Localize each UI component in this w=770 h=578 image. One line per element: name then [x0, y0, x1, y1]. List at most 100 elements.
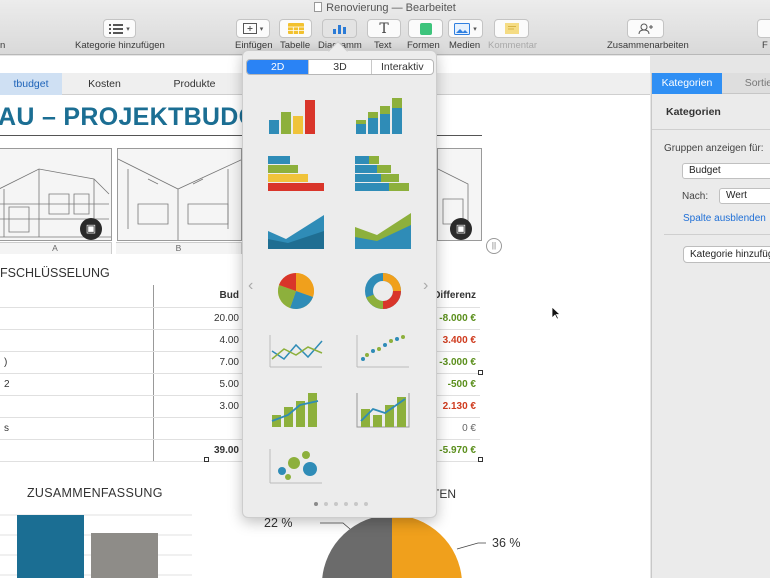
page-indicator[interactable]	[243, 498, 438, 509]
kitchen-sketch-image[interactable]	[117, 148, 242, 241]
tab-sortieren[interactable]: Sortieren	[736, 73, 770, 94]
page-dot[interactable]	[333, 502, 338, 506]
column-chart-icon[interactable]	[266, 96, 326, 140]
stacked-area-chart-icon[interactable]	[353, 209, 413, 253]
room-sketch-image[interactable]: ▣	[437, 148, 482, 241]
chevron-down-icon: ▾	[126, 25, 130, 33]
row-label[interactable]	[0, 395, 154, 418]
donut-chart-icon[interactable]	[353, 269, 413, 313]
area-chart-icon[interactable]	[266, 209, 326, 253]
costs-pie-chart[interactable]: 22 % 36 %	[250, 511, 550, 578]
stacked-bar-chart-icon[interactable]	[353, 154, 413, 198]
media-label[interactable]: Medien	[449, 40, 480, 51]
toolbar-left-label[interactable]: n	[0, 40, 5, 51]
pie-slice-orange[interactable]	[392, 514, 462, 578]
pie-chart-icon[interactable]	[266, 269, 326, 313]
hide-column-link[interactable]: Spalte ausblenden	[683, 213, 766, 224]
tab-produkte[interactable]: Produkte	[147, 73, 242, 95]
shapes-button[interactable]	[408, 19, 443, 38]
image-placeholder-icon[interactable]: ▣	[80, 218, 102, 240]
chevron-left-icon[interactable]: ‹	[248, 277, 253, 295]
shapes-icon	[419, 22, 432, 35]
selection-handle[interactable]	[478, 457, 483, 462]
bar-gray[interactable]	[91, 533, 158, 578]
two-axis-chart-icon[interactable]	[353, 387, 413, 431]
page-dot[interactable]	[353, 502, 358, 506]
scatter-chart-icon[interactable]	[353, 329, 413, 373]
format-button[interactable]	[757, 19, 770, 38]
budget-cell[interactable]: 20.00	[153, 307, 243, 330]
row-label[interactable]: )	[0, 351, 154, 374]
budget-cell[interactable]: 5.00	[153, 373, 243, 396]
pie-leader-line-right	[456, 542, 486, 550]
summary-title: ZUSAMMENFASSUNG	[27, 486, 163, 500]
summary-bar-chart[interactable]	[0, 511, 192, 578]
sidebar-heading: Kategorien	[666, 106, 721, 118]
insert-button[interactable]: ▾	[236, 19, 270, 38]
tab-interactive[interactable]: Interaktiv	[372, 60, 433, 74]
page-dot[interactable]	[363, 502, 368, 506]
text-icon: T	[379, 20, 389, 37]
collaborate-label[interactable]: Zusammenarbeiten	[607, 40, 689, 51]
tab-3d[interactable]: 3D	[309, 60, 372, 74]
column-header-a[interactable]: A	[0, 242, 112, 254]
bubble-chart-icon[interactable]	[266, 443, 326, 487]
budget-cell[interactable]: 3.00	[153, 395, 243, 418]
image-placeholder-icon[interactable]: ▣	[450, 218, 472, 240]
line-chart-icon[interactable]	[266, 329, 326, 373]
list-icon	[109, 23, 124, 34]
budget-cell[interactable]	[153, 417, 243, 440]
sort-by-select[interactable]: Wert	[719, 188, 770, 204]
toolbar: Renovierung — Bearbeitet n ▾ Kategorie h…	[0, 0, 770, 55]
table-button[interactable]	[279, 19, 312, 38]
group-by-select[interactable]: Budget	[682, 163, 770, 179]
house-sketch-image[interactable]: ▣	[0, 148, 112, 241]
page-dot[interactable]	[313, 502, 318, 506]
column-resize-handle[interactable]: ||	[486, 238, 502, 254]
stacked-column-chart-icon[interactable]	[353, 96, 413, 140]
row-label[interactable]: 2	[0, 373, 154, 396]
sidebar-tab-bar: Kategorien Sortieren	[652, 73, 770, 94]
comment-button[interactable]	[494, 19, 529, 38]
tab-2d[interactable]: 2D	[247, 60, 310, 74]
total-budget-cell[interactable]: 39.00	[153, 438, 243, 462]
column-header-b[interactable]: B	[116, 242, 242, 254]
bar-chart-icon[interactable]	[266, 154, 326, 198]
window-title-text: Renovierung — Bearbeitet	[326, 2, 456, 14]
tab-budget[interactable]: tbudget	[0, 73, 62, 95]
pie-leader-line-left	[320, 522, 351, 530]
mouse-cursor-icon	[551, 306, 561, 320]
budget-cell[interactable]: 7.00	[153, 351, 243, 374]
media-button[interactable]: ▾	[448, 19, 483, 38]
chart-button[interactable]	[322, 19, 357, 38]
page-dot[interactable]	[343, 502, 348, 506]
mixed-chart-icon[interactable]	[266, 387, 326, 431]
selection-handle[interactable]	[478, 370, 483, 375]
collaborate-icon	[638, 23, 653, 34]
category-list-button[interactable]: ▾	[103, 19, 136, 38]
table-icon	[287, 23, 304, 34]
page-dot[interactable]	[323, 502, 328, 506]
row-label[interactable]	[0, 329, 154, 352]
row-label[interactable]	[0, 307, 154, 330]
chevron-right-icon[interactable]: ›	[423, 277, 428, 295]
pie-slice-gray[interactable]	[322, 514, 392, 578]
budget-header[interactable]: Bud	[153, 285, 243, 308]
chart-type-popover: 2D 3D Interaktiv ‹ ›	[242, 41, 438, 518]
add-category-button[interactable]: Kategorie hinzufügen	[683, 246, 770, 263]
comment-label[interactable]: Kommentar	[488, 40, 537, 51]
collaborate-button[interactable]	[627, 19, 664, 38]
toolbar-right-label[interactable]: F	[762, 40, 768, 51]
selection-handle[interactable]	[204, 457, 209, 462]
table-header-cell[interactable]	[0, 285, 154, 308]
chart-dimension-segmented-control[interactable]: 2D 3D Interaktiv	[246, 59, 434, 75]
category-add-label[interactable]: Kategorie hinzufügen	[75, 40, 165, 51]
tab-kosten[interactable]: Kosten	[62, 73, 147, 95]
bar-teal[interactable]	[17, 515, 84, 578]
budget-cell[interactable]: 4.00	[153, 329, 243, 352]
text-button[interactable]: T	[367, 19, 401, 38]
row-label[interactable]: s	[0, 417, 154, 440]
insert-icon	[242, 23, 257, 34]
total-label[interactable]	[0, 438, 154, 462]
tab-kategorien[interactable]: Kategorien	[652, 73, 722, 94]
